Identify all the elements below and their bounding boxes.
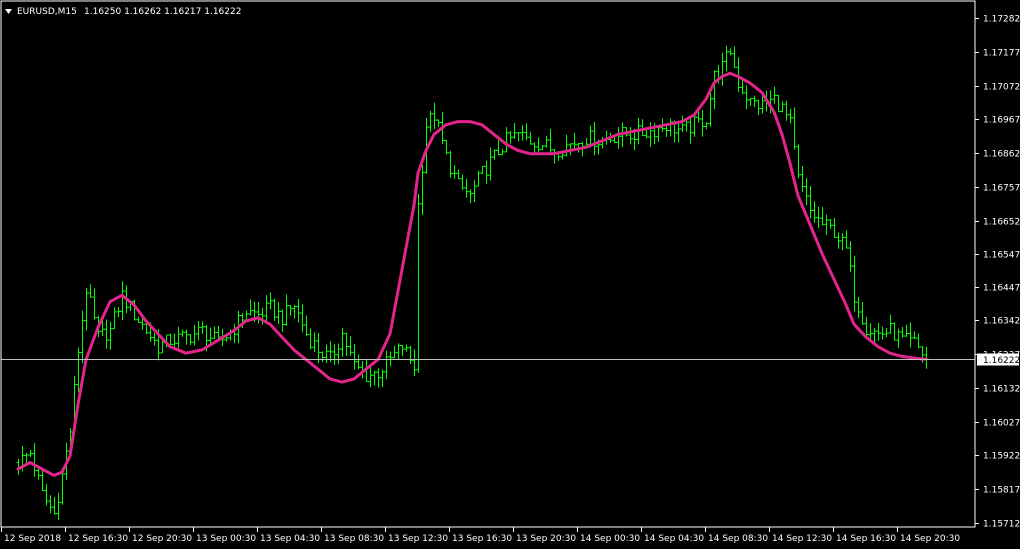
time-tick-label: 14 Sep 04:30	[644, 534, 704, 544]
price-tick-label: 1.17072	[983, 83, 1020, 93]
time-tick-label: 14 Sep 00:30	[580, 534, 640, 544]
time-tick-label: 13 Sep 00:30	[196, 534, 256, 544]
time-tick-label: 12 Sep 2018	[4, 534, 61, 544]
price-tick-label: 1.16027	[983, 419, 1020, 429]
symbol-timeframe: EURUSD,M15	[17, 7, 77, 17]
time-tick-label: 13 Sep 16:30	[452, 534, 512, 544]
price-tick-label: 1.15817	[983, 486, 1020, 496]
price-tick-label: 1.16132	[983, 385, 1020, 395]
time-tick-label: 14 Sep 20:30	[900, 534, 960, 544]
price-tick-label: 1.16547	[983, 251, 1020, 261]
price-tick-label: 1.16652	[983, 218, 1020, 228]
chart-background	[0, 0, 1020, 549]
time-tick-label: 14 Sep 08:30	[708, 534, 768, 544]
time-tick-label: 13 Sep 20:30	[516, 534, 576, 544]
price-tick-label: 1.16342	[983, 317, 1020, 327]
price-tick-label: 1.17282	[983, 15, 1020, 25]
current-price-marker: 1.16222	[977, 353, 1020, 366]
price-tick-label: 1.16447	[983, 284, 1020, 294]
time-tick-label: 12 Sep 16:30	[68, 534, 128, 544]
ohlc-values: 1.16250 1.16262 1.16217 1.16222	[84, 7, 241, 17]
time-tick-label: 14 Sep 12:30	[772, 534, 832, 544]
time-tick-label: 13 Sep 04:30	[260, 534, 320, 544]
time-tick-label: 13 Sep 12:30	[388, 534, 448, 544]
time-tick-label: 14 Sep 16:30	[836, 534, 896, 544]
price-chart[interactable]: 1.17282 1.17177 1.17072 1.16967 1.16862 1.167…	[0, 0, 1020, 549]
price-tick-label: 1.16967	[983, 116, 1020, 126]
price-tick-label: 1.16757	[983, 184, 1020, 194]
price-tick-label: 1.17177	[983, 49, 1020, 59]
current-price-label: 1.16222	[983, 356, 1020, 366]
price-tick-label: 1.15922	[983, 452, 1020, 462]
price-tick-label: 1.15712	[983, 520, 1020, 530]
time-tick-label: 12 Sep 20:30	[132, 534, 192, 544]
price-tick-label: 1.16862	[983, 150, 1020, 160]
chart-header: EURUSD,M15 1.16250 1.16262 1.16217 1.162…	[5, 7, 241, 17]
time-tick-label: 13 Sep 08:30	[324, 534, 384, 544]
